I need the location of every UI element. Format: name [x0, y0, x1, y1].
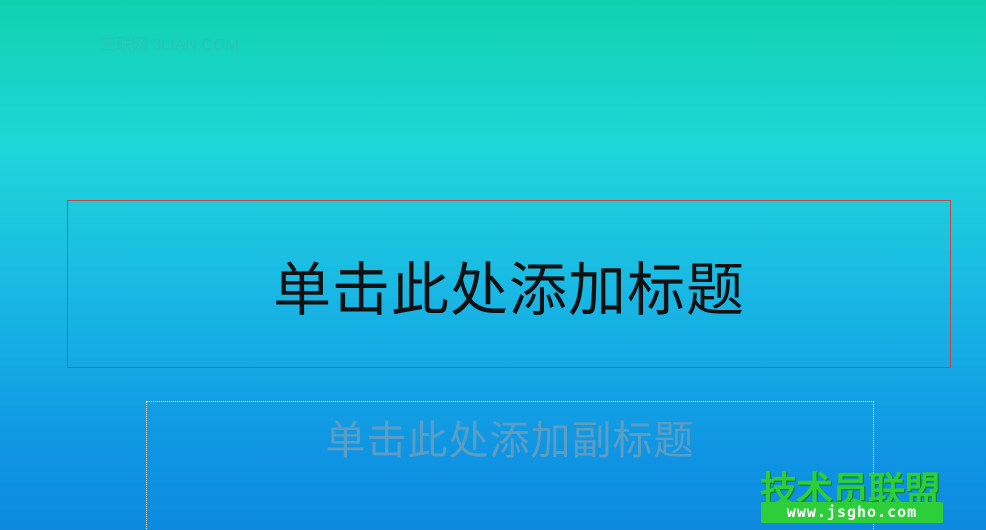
title-placeholder-text: 单击此处添加标题 [272, 256, 745, 324]
watermark-logo: 技术员联盟 www.jsgho.com [757, 460, 943, 524]
slide-canvas: 三联网 3LIAN.COM 单击此处添加标题 单击此处添加副标题 技术员联盟 w… [0, 0, 986, 530]
watermark-logo-url: www.jsgho.com [761, 502, 943, 523]
title-placeholder-box[interactable]: 单击此处添加标题 [67, 200, 951, 368]
subtitle-placeholder-text: 单击此处添加副标题 [325, 418, 695, 464]
watermark-top: 三联网 3LIAN.COM [100, 37, 239, 54]
